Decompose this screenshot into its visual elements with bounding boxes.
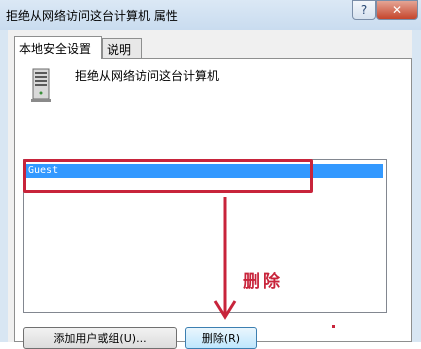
window-title: 拒绝从网络访问这台计算机 属性 (6, 9, 178, 23)
help-button[interactable]: ? (352, 0, 376, 20)
tab-local-security-setting[interactable]: 本地安全设置 (14, 36, 102, 59)
remove-button[interactable]: 删除(R) (185, 327, 257, 349)
close-button[interactable]: ✕ (376, 0, 418, 20)
dialog-content: 本地安全设置 说明 拒绝从网络访问这台计算机 Guest 删除 添加用户或组(U… (8, 30, 412, 349)
title-bar: 拒绝从网络访问这台计算机 属性 ? ✕ (0, 0, 421, 30)
policy-title: 拒绝从网络访问这台计算机 (75, 69, 220, 83)
server-computer-icon (31, 68, 51, 102)
annotation-arrow-icon (213, 197, 237, 320)
tab-explain[interactable]: 说明 (102, 38, 142, 58)
properties-dialog: 拒绝从网络访问这台计算机 属性 ? ✕ 本地安全设置 说明 拒绝从网络访问这台计… (0, 0, 421, 349)
add-user-or-group-button[interactable]: 添加用户或组(U)... (23, 327, 177, 349)
annotation-label: 删除 (243, 272, 283, 292)
annotation-highlight-box (23, 159, 313, 193)
tab-panel: 拒绝从网络访问这台计算机 Guest 删除 添加用户或组(U)... 删除(R) (14, 58, 412, 349)
annotation-dot (332, 325, 335, 328)
